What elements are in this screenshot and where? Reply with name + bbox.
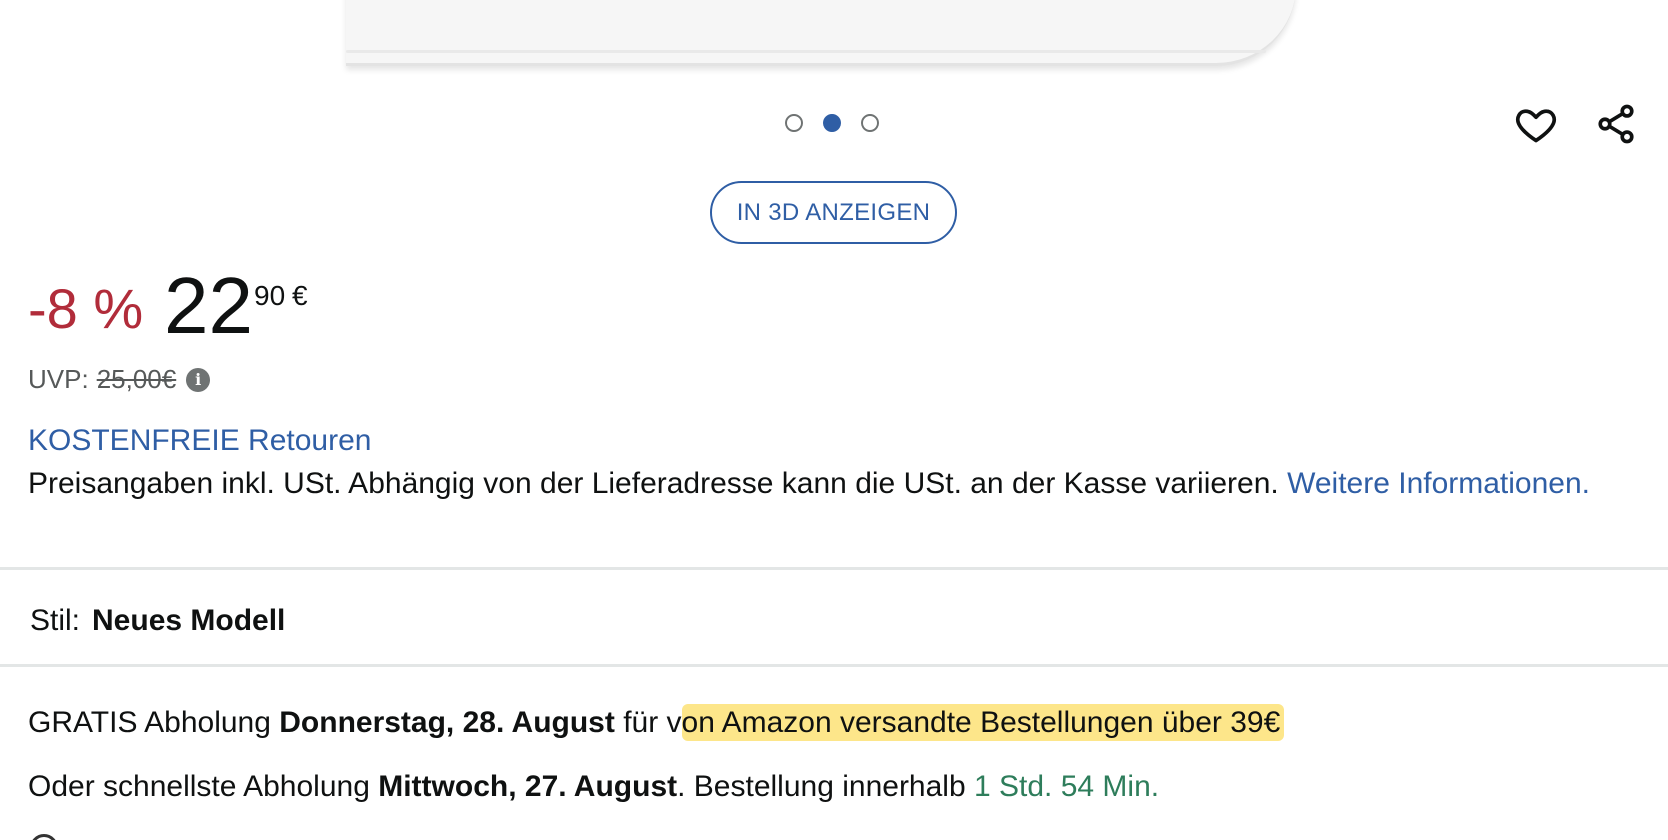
uvp-value: 25,00€ <box>96 364 177 394</box>
pickup-date: Donnerstag, 28. August <box>279 706 615 739</box>
pickup-prefix: GRATIS Abholung <box>28 706 280 739</box>
divider <box>0 567 1668 570</box>
share-button[interactable] <box>1592 100 1640 148</box>
carousel-dot-3[interactable] <box>861 114 879 132</box>
tax-note-text: Preisangaben inkl. USt. Abhängig von der… <box>28 467 1288 500</box>
location-icon <box>30 834 58 840</box>
tax-note: Preisangaben inkl. USt. Abhängig von der… <box>28 464 1628 504</box>
discount-percent: -8 % <box>28 277 144 340</box>
heart-icon <box>1515 109 1557 143</box>
carousel-dot-2-active[interactable] <box>823 114 841 132</box>
product-image[interactable] <box>346 0 1296 66</box>
price-currency: € <box>292 280 308 311</box>
free-pickup-line: GRATIS Abholung Donnerstag, 28. August f… <box>28 704 1285 741</box>
share-icon <box>1598 104 1634 144</box>
uvp-row: UVP: 25,00€ i <box>28 364 211 395</box>
fastest-mid: . Bestellung innerhalb <box>677 770 974 803</box>
free-returns-link[interactable]: KOSTENFREIE Retouren <box>28 424 371 458</box>
fastest-prefix: Oder schnellste Abholung <box>28 770 379 803</box>
uvp-label: UVP: <box>28 364 89 394</box>
carousel-dots <box>785 114 879 132</box>
product-detail-page: IN 3D ANZEIGEN -8 % 22 90 € UVP: 25,00€ … <box>0 0 1668 840</box>
price-whole: 22 <box>164 261 253 350</box>
order-countdown: 1 Std. 54 Min. <box>974 770 1160 803</box>
pickup-mid: für v <box>614 706 682 739</box>
fastest-pickup-line: Oder schnellste Abholung Mittwoch, 27. A… <box>28 770 1159 804</box>
style-selector[interactable]: Stil: Neues Modell <box>30 604 285 638</box>
style-value: Neues Modell <box>92 604 286 637</box>
divider <box>0 664 1668 667</box>
pickup-highlight: on Amazon versandte Bestellungen über 39… <box>681 704 1285 741</box>
style-label: Stil: <box>30 604 81 637</box>
price-fraction: 90 <box>254 280 286 311</box>
more-info-link[interactable]: Weitere Informationen. <box>1287 467 1590 500</box>
carousel-dot-1[interactable] <box>785 114 803 132</box>
info-icon[interactable]: i <box>186 367 211 392</box>
fastest-date: Mittwoch, 27. August <box>378 770 678 803</box>
view-in-3d-button[interactable]: IN 3D ANZEIGEN <box>710 181 957 244</box>
favorite-button[interactable] <box>1512 100 1560 148</box>
